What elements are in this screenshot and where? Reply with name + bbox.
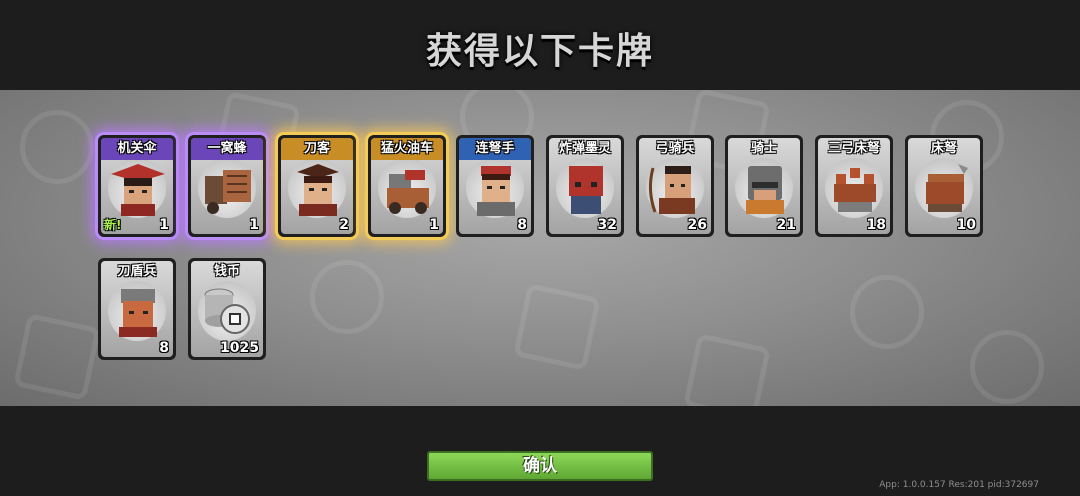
card-count: 1: [249, 217, 259, 233]
reward-card[interactable]: 三弓床弩 18: [815, 135, 893, 237]
reward-card[interactable]: 机关伞 新! 1: [98, 135, 176, 237]
crossbowman-icon: [477, 166, 515, 216]
reward-card[interactable]: 刀客 2: [278, 135, 356, 237]
background-emblem: [13, 313, 101, 401]
fire-oil-cart-icon: [387, 170, 429, 214]
card-name: 钱币: [213, 264, 240, 279]
card-count: 1025: [220, 340, 259, 356]
reward-card[interactable]: 床弩 10: [905, 135, 983, 237]
background-emblem: [310, 260, 384, 334]
knight-icon: [746, 166, 784, 214]
reward-card[interactable]: 炸弹墨灵 32: [546, 135, 624, 237]
rocket-cart-icon: [205, 170, 251, 214]
card-count: 21: [776, 217, 796, 233]
reward-card[interactable]: 一窝蜂 1: [188, 135, 266, 237]
background-emblem: [683, 333, 771, 406]
card-count: 8: [517, 217, 527, 233]
background-emblem: [850, 275, 924, 349]
card-count: 10: [956, 217, 976, 233]
bomb-spirit-icon: [569, 166, 603, 214]
reward-card[interactable]: 刀盾兵 8: [98, 258, 176, 360]
card-name: 刀盾兵: [117, 264, 157, 279]
page-title: 获得以下卡牌: [425, 31, 654, 72]
card-count: 2: [339, 217, 349, 233]
shield-swordsman-icon: [119, 289, 157, 337]
card-name: 床弩: [930, 141, 957, 156]
horse-archer-icon: [648, 166, 695, 214]
card-name: 一窝蜂: [191, 138, 263, 160]
background-emblem: [513, 283, 601, 371]
card-count: 8: [159, 340, 169, 356]
background-emblem: [970, 330, 1044, 404]
swordsman-icon: [297, 164, 339, 216]
card-count: 32: [597, 217, 617, 233]
version-info: App: 1.0.0.157 Res:201 pid:372697: [879, 480, 1039, 490]
triple-ballista-icon: [834, 168, 876, 212]
reward-card[interactable]: 骑士 21: [725, 135, 803, 237]
card-count: 18: [866, 217, 886, 233]
card-name: 机关伞: [101, 138, 173, 160]
card-name: 炸弹墨灵: [558, 141, 611, 156]
card-name: 三弓床弩: [827, 141, 880, 156]
card-count: 26: [687, 217, 707, 233]
card-name: 骑士: [750, 141, 777, 156]
card-name: 猛火油车: [371, 138, 443, 160]
coin-stack-icon: [204, 288, 250, 334]
card-count: 1: [159, 217, 169, 233]
card-name: 弓骑兵: [655, 141, 695, 156]
reward-card[interactable]: 弓骑兵 26: [636, 135, 714, 237]
confirm-button[interactable]: 确认: [427, 451, 653, 481]
background-emblem: [20, 110, 94, 184]
card-count: 1: [429, 217, 439, 233]
card-name: 连弩手: [459, 138, 531, 160]
new-badge: 新!: [104, 218, 122, 232]
reward-card[interactable]: 猛火油车 1: [368, 135, 446, 237]
card-name: 刀客: [281, 138, 353, 160]
reward-panel: 机关伞 新! 1 一窝蜂 1 刀客 2 猛火油车 1 连弩手 8 炸弹墨灵 32…: [0, 90, 1080, 406]
reward-card[interactable]: 连弩手 8: [456, 135, 534, 237]
reward-card[interactable]: 钱币 1025: [188, 258, 266, 360]
ballista-icon: [926, 164, 968, 212]
umbrella-warrior-icon: [111, 164, 165, 216]
